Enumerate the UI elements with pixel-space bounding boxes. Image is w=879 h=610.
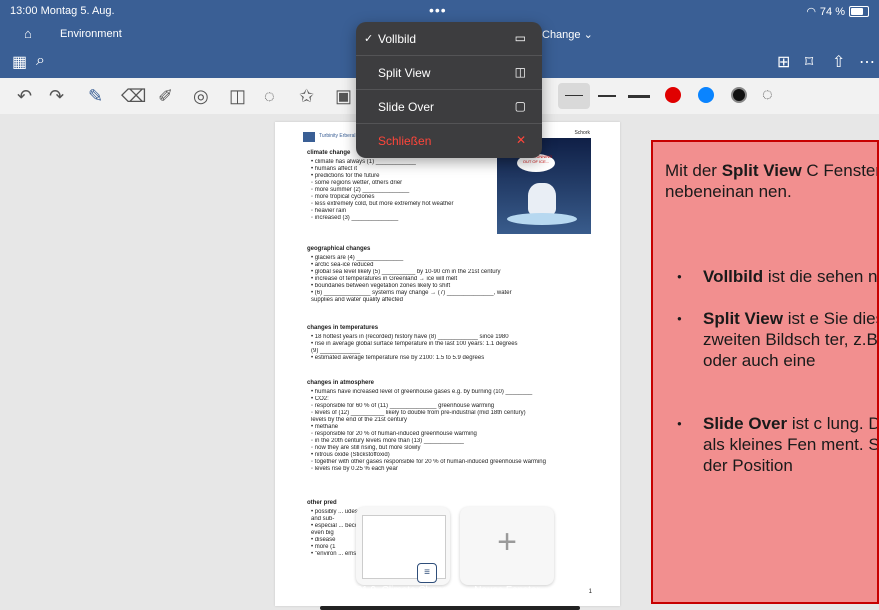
section-title: changes in temperatures [307, 325, 379, 331]
more-icon[interactable]: ⋯ [859, 52, 875, 72]
bookmark-icon[interactable]: ⌑ [805, 52, 813, 72]
status-right: ◠ 74 % [806, 5, 869, 18]
battery-percent: 74 % [819, 5, 845, 18]
black-color-swatch[interactable] [731, 87, 747, 103]
color-picker-icon[interactable]: ◌ [762, 84, 773, 105]
thick-line-icon[interactable] [628, 95, 650, 98]
slideover-icon: ▢ [514, 99, 526, 113]
menu-item-close[interactable]: Schließen ✕ [356, 124, 542, 157]
notes-app-icon: ≡ [417, 563, 437, 583]
new-window-card[interactable]: + [460, 507, 554, 585]
section-lines: • glaciers are (4) ______________ • arcti… [311, 255, 512, 303]
selected-thin-line[interactable] [558, 83, 590, 109]
pen-icon[interactable]: ✎ [88, 86, 103, 107]
menu-item-slide-over[interactable]: Slide Over ▢ [356, 90, 542, 124]
fullscreen-icon: ▭ [514, 31, 526, 45]
breadcrumb-environment[interactable]: Environment [60, 28, 122, 40]
blue-color-swatch[interactable] [698, 87, 714, 103]
eraser-icon[interactable]: ⌫ [121, 86, 146, 107]
section-title: changes in atmosphere [307, 380, 375, 386]
share-icon[interactable]: ⇧ [832, 52, 845, 72]
image-icon[interactable]: ◫ [229, 86, 246, 107]
photo-icon[interactable]: ▣ [335, 86, 352, 107]
search-icon[interactable]: ⌕ [36, 52, 45, 70]
document-title[interactable]: Change ⌄ [542, 28, 593, 41]
section-title: climate change [307, 150, 351, 156]
redo-icon[interactable]: ↷ [49, 86, 64, 107]
section-lines: • humans have increased level of greenho… [311, 389, 546, 472]
bullet-icon: ● [677, 314, 682, 323]
checkmark-icon: ✓ [364, 33, 374, 45]
menu-item-fullscreen[interactable]: ✓ Vollbild ▭ [356, 22, 542, 56]
new-window-label: Neues Fenster [474, 585, 540, 596]
status-bar: 13:00 Montag 5. Aug. ••• ◠ 74 % [0, 0, 879, 22]
red-color-swatch[interactable] [665, 87, 681, 103]
sticker-icon[interactable]: ✩ [299, 86, 314, 107]
note-item-fullscreen: ●Vollbild ist die sehen nur eine [677, 267, 878, 286]
close-icon: ✕ [515, 133, 526, 147]
battery-icon [849, 6, 869, 17]
section-title: geographical changes [307, 246, 371, 252]
window-card-label: 01.9. Climate Change [356, 585, 454, 596]
home-icon[interactable]: ⌂ [24, 26, 32, 41]
page-number: 1 [588, 589, 592, 595]
lasso-icon[interactable]: ◌ [264, 86, 275, 107]
note-item-split-view: ●Split View ist e Sie diesen aus zweiten… [677, 309, 878, 370]
school-logo-icon [303, 132, 315, 142]
bullet-icon: ● [677, 419, 682, 428]
author-name: Schork [574, 130, 590, 136]
grid-icon[interactable]: ▦ [12, 52, 27, 72]
undo-icon[interactable]: ↶ [17, 86, 32, 107]
multitasking-dots[interactable]: ••• [429, 2, 447, 18]
status-time: 13:00 Montag 5. Aug. [10, 5, 115, 17]
thin-line-icon [565, 95, 583, 96]
wifi-icon: ◠ [806, 6, 816, 18]
bullet-icon: ● [677, 272, 682, 281]
splitview-icon: ◫ [514, 65, 526, 79]
note-item-slide-over: ●Slide Over ist c lung. Die zusät als kl… [677, 414, 879, 475]
medium-line-icon[interactable] [598, 95, 616, 97]
menu-item-split-view[interactable]: Split View ◫ [356, 56, 542, 90]
highlighter-icon[interactable]: ✐ [158, 86, 173, 107]
section-lines: • 18 hottest years in (recorded) history… [311, 334, 518, 361]
plus-icon: + [497, 523, 517, 561]
add-page-icon[interactable]: ⊞ [777, 52, 790, 72]
instruction-note: Mit der Split View C Fenster nebeneinan … [651, 140, 879, 604]
section-title: other pred [307, 500, 337, 506]
shape-icon[interactable]: ◎ [193, 86, 209, 107]
home-indicator[interactable] [320, 606, 580, 610]
window-options-menu: ✓ Vollbild ▭ Split View ◫ Slide Over ▢ S… [356, 22, 542, 158]
note-intro: Mit der Split View C Fenster nebeneinan … [665, 161, 879, 201]
section-lines: • climate has always (1) ____________ • h… [311, 159, 454, 221]
